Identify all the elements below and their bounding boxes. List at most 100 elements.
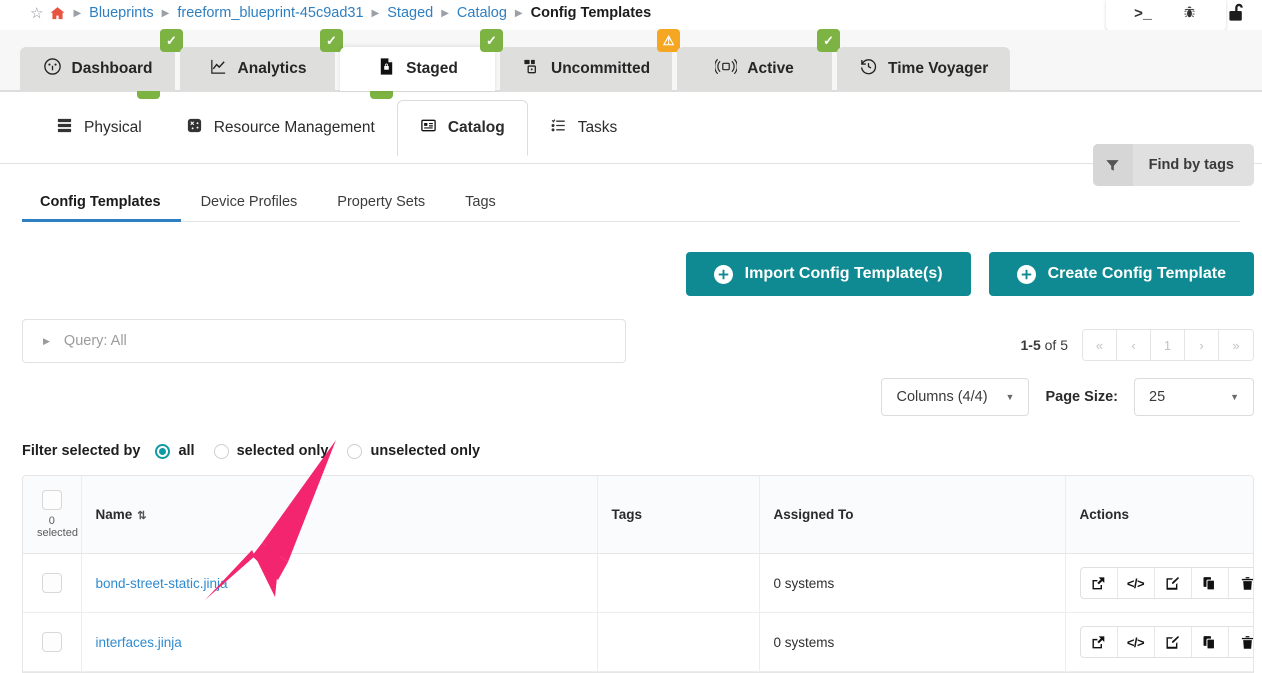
status-badge-ok: ✓: [320, 29, 343, 52]
row-select-cell: [23, 554, 81, 613]
unlocked-padlock-icon[interactable]: [1224, 0, 1254, 30]
home-icon[interactable]: [50, 6, 65, 21]
select-all-header: 0 selected: [23, 476, 81, 554]
row-checkbox[interactable]: [42, 573, 62, 593]
pagination-prev-button[interactable]: ‹: [1117, 330, 1151, 360]
bug-icon[interactable]: [1166, 5, 1212, 23]
star-icon[interactable]: ☆: [30, 6, 43, 21]
breadcrumb-item-blueprints[interactable]: Blueprints: [89, 5, 153, 21]
query-input[interactable]: ▶ Query: All: [22, 319, 626, 363]
page-size-selector[interactable]: 25 ▼: [1134, 378, 1254, 416]
config-template-link[interactable]: bond-street-static.jinja: [96, 576, 228, 591]
tab-label: Active: [747, 60, 794, 78]
code-brackets-icon[interactable]: </>: [1118, 568, 1155, 598]
button-label: Import Config Template(s): [745, 265, 943, 283]
dashboard-gauge-icon: [43, 57, 62, 81]
status-badge-ok: ✓: [480, 29, 503, 52]
status-badge-ok: ✓: [160, 29, 183, 52]
row-assigned-to-cell: 0 systems: [759, 613, 1065, 672]
row-checkbox[interactable]: [42, 632, 62, 652]
export-share-icon[interactable]: [1081, 568, 1118, 598]
status-badge-warning: ⚠: [657, 29, 680, 52]
subtab-catalog[interactable]: Catalog: [397, 100, 528, 156]
pagination-last-button[interactable]: »: [1219, 330, 1253, 360]
row-actions-cell: </>: [1065, 613, 1253, 672]
export-share-icon[interactable]: [1081, 627, 1118, 657]
primary-action-buttons: Import Config Template(s) Create Config …: [0, 222, 1262, 296]
tab-dashboard[interactable]: Dashboard ✓: [20, 47, 175, 91]
caret-down-icon: ▼: [1230, 392, 1239, 402]
duplicate-copy-icon[interactable]: [1192, 627, 1229, 657]
radio-selected-only-input[interactable]: [214, 444, 229, 459]
filter-label: Filter selected by: [22, 443, 140, 459]
row-assigned-to-cell: 0 systems: [759, 554, 1065, 613]
tab-property-sets[interactable]: Property Sets: [317, 194, 445, 221]
radio-unselected-only-input[interactable]: [347, 444, 362, 459]
create-config-template-button[interactable]: Create Config Template: [989, 252, 1254, 296]
radio-all-input[interactable]: [155, 444, 170, 459]
column-header-name-label: Name: [96, 507, 133, 522]
pagination-buttons: « ‹ 1 › »: [1082, 329, 1254, 361]
table-options-row: Columns (4/4) ▼ Page Size: 25 ▼: [0, 363, 1262, 416]
tab-staged[interactable]: Staged ✓: [340, 47, 495, 91]
delete-trash-icon[interactable]: [1229, 627, 1255, 657]
pagination-page-1[interactable]: 1: [1151, 330, 1185, 360]
top-right-toolbar: >_: [1106, 0, 1226, 31]
config-templates-table: 0 selected Name⇅ Tags Assigned To Action…: [22, 475, 1254, 673]
radio-all[interactable]: all: [155, 443, 194, 459]
tab-active[interactable]: Active ✓: [677, 47, 832, 91]
radio-unselected-only-label: unselected only: [370, 443, 480, 459]
breadcrumb-separator: ▶: [161, 8, 171, 19]
row-action-buttons: </>: [1080, 626, 1255, 658]
pagination-next-button[interactable]: ›: [1185, 330, 1219, 360]
breadcrumb: ☆ ▶ Blueprints ▶ freeform_blueprint-45c9…: [0, 0, 1262, 26]
radio-selected-only[interactable]: selected only: [214, 443, 329, 459]
columns-label: Columns (4/4): [896, 389, 987, 405]
breadcrumb-item-catalog[interactable]: Catalog: [457, 5, 507, 21]
tab-analytics[interactable]: Analytics ✓: [180, 47, 335, 91]
breadcrumb-item-staged[interactable]: Staged: [387, 5, 433, 21]
edit-pencil-icon[interactable]: [1155, 568, 1192, 598]
duplicate-copy-icon[interactable]: [1192, 568, 1229, 598]
import-config-templates-button[interactable]: Import Config Template(s): [686, 252, 971, 296]
radio-unselected-only[interactable]: unselected only: [347, 443, 480, 459]
analytics-chart-icon: [209, 57, 228, 81]
tab-config-templates[interactable]: Config Templates: [22, 194, 181, 221]
column-header-name[interactable]: Name ⇅: [81, 476, 597, 554]
table-row: interfaces.jinja 0 systems </>: [23, 613, 1253, 672]
primary-tabs: Dashboard ✓ Analytics ✓ Staged: [0, 30, 1262, 92]
find-by-tags-label: Find by tags: [1133, 157, 1254, 173]
table-header-row: 0 selected Name⇅ Tags Assigned To Action…: [23, 476, 1253, 554]
subtab-resource-management[interactable]: Resource Management ✓: [164, 100, 397, 156]
edit-pencil-icon[interactable]: [1155, 627, 1192, 657]
select-all-checkbox[interactable]: [42, 490, 62, 510]
row-name-cell: bond-street-static.jinja: [81, 554, 597, 613]
pagination: 1-5 of 5 « ‹ 1 › »: [1021, 319, 1254, 361]
radio-all-label: all: [178, 443, 194, 459]
pagination-first-button[interactable]: «: [1083, 330, 1117, 360]
delete-trash-icon[interactable]: [1229, 568, 1255, 598]
uncommitted-boxes-icon: [522, 57, 541, 81]
tab-uncommitted[interactable]: Uncommitted ⚠: [500, 47, 672, 91]
radio-selected-only-label: selected only: [237, 443, 329, 459]
status-badge-ok: ✓: [817, 29, 840, 52]
pagination-range: 1-5 of 5: [1021, 337, 1068, 353]
sort-updown-icon[interactable]: ⇅: [137, 510, 146, 522]
caret-down-icon: ▼: [1006, 392, 1015, 402]
secondary-tabs: Physical ✓ Resource Management ✓: [0, 92, 1262, 164]
subtab-physical[interactable]: Physical ✓: [34, 100, 164, 156]
tab-time-voyager[interactable]: Time Voyager: [837, 47, 1010, 91]
tab-device-profiles[interactable]: Device Profiles: [181, 194, 318, 221]
subtab-label: Catalog: [448, 119, 505, 137]
tab-tags[interactable]: Tags: [445, 194, 516, 221]
row-action-buttons: </>: [1080, 567, 1255, 599]
subtab-tasks[interactable]: Tasks: [528, 100, 640, 156]
config-template-link[interactable]: interfaces.jinja: [96, 635, 182, 650]
pagination-range-bold: 1-5: [1021, 337, 1041, 353]
plus-circle-icon: [714, 265, 733, 284]
code-brackets-icon[interactable]: </>: [1118, 627, 1155, 657]
columns-selector[interactable]: Columns (4/4) ▼: [881, 378, 1029, 416]
breadcrumb-item-blueprint-id[interactable]: freeform_blueprint-45c9ad31: [177, 5, 363, 21]
terminal-icon[interactable]: >_: [1120, 7, 1166, 22]
tasks-list-icon: [550, 117, 567, 139]
